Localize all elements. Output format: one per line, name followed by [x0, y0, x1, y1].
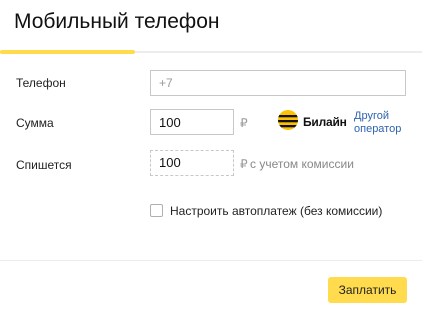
- change-operator-link[interactable]: Другой оператор: [354, 110, 401, 136]
- autopay-label[interactable]: Настроить автоплатеж (без комиссии): [170, 204, 382, 218]
- phone-input[interactable]: [150, 70, 406, 96]
- charged-label: Спишется: [16, 158, 72, 172]
- page-title: Мобильный телефон: [14, 10, 220, 33]
- charged-currency: ₽: [240, 157, 248, 171]
- amount-input[interactable]: [150, 109, 234, 135]
- progress-bar-fill: [0, 50, 136, 54]
- charged-amount-field: 100: [150, 150, 234, 176]
- autopay-checkbox[interactable]: [150, 204, 163, 217]
- footer-divider: [0, 260, 422, 261]
- beeline-logo-icon: [278, 110, 298, 130]
- operator-name: Билайн: [303, 115, 347, 129]
- commission-note: с учетом комиссии: [250, 157, 354, 171]
- phone-label: Телефон: [16, 76, 66, 90]
- progress-track: [0, 50, 422, 54]
- amount-label: Сумма: [16, 116, 54, 130]
- amount-currency: ₽: [240, 116, 248, 130]
- pay-button[interactable]: Заплатить: [328, 277, 407, 303]
